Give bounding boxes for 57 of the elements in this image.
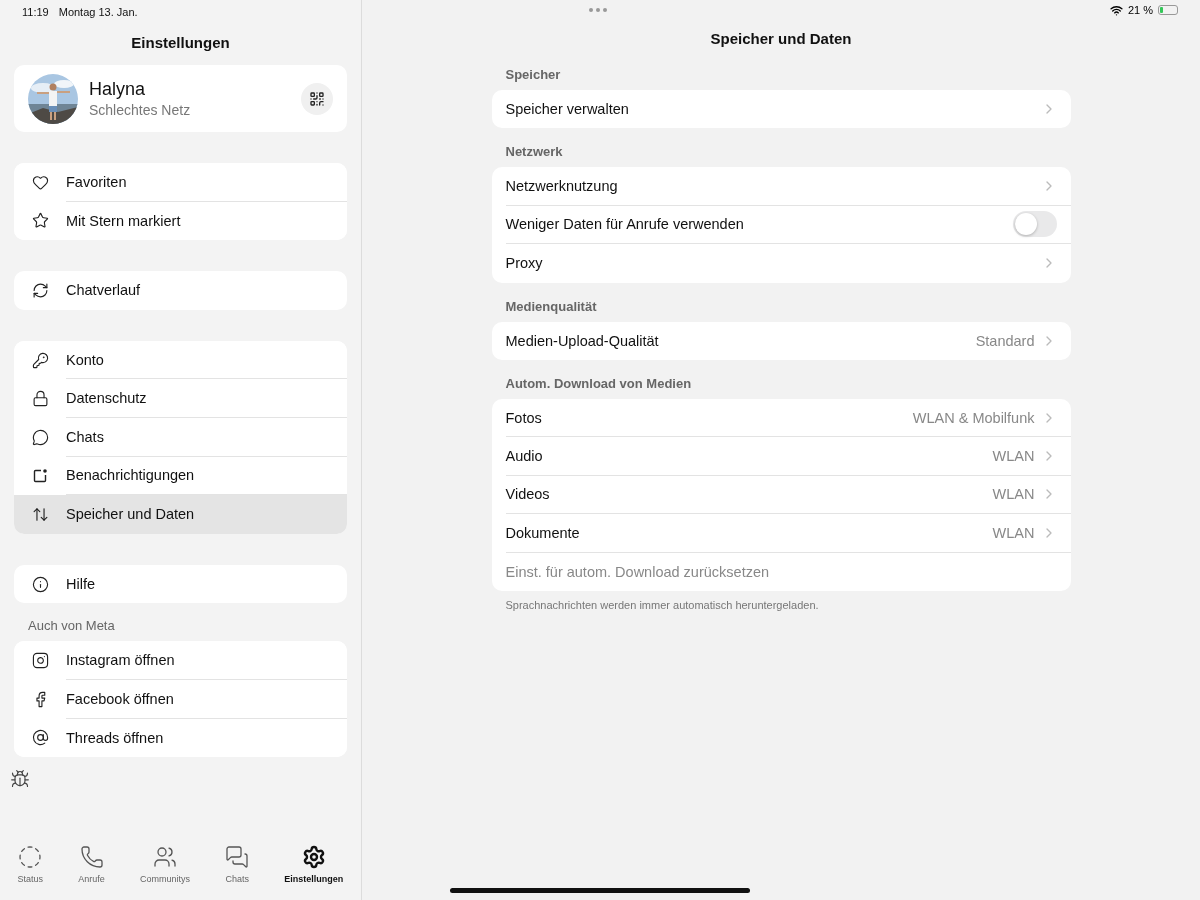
qr-code-icon <box>309 90 325 107</box>
row-value: WLAN <box>992 448 1035 465</box>
section-header: Speicher <box>504 67 562 84</box>
chat-bubble-icon <box>31 428 49 446</box>
toggle-switch[interactable] <box>1012 211 1057 238</box>
profile-status: Schlechtes Netz <box>89 102 192 118</box>
profile-card[interactable]: Halyna Schlechtes Netz <box>14 65 347 132</box>
page-title: Speicher und Daten <box>710 30 852 47</box>
section-footnote: Sprachnachrichten werden immer automatisch heruntergeladen. <box>504 597 820 611</box>
tab-bar-item[interactable]: Chats <box>225 845 250 884</box>
tab-bar-item[interactable]: Einstellungen <box>284 845 344 884</box>
group-header: Auch von Meta <box>28 618 116 634</box>
up-down-arrows-icon <box>31 505 49 523</box>
settings-row[interactable]: Audio WLAN <box>505 437 1071 476</box>
settings-row[interactable]: Netzwerknutzung <box>505 167 1071 206</box>
row-value: Standard <box>975 332 1035 349</box>
settings-row[interactable]: Fotos WLAN & Mobilfunk <box>505 398 1071 438</box>
status-icon <box>18 845 43 869</box>
tab-bar-item[interactable]: Communitys <box>139 845 190 884</box>
profile-name: Halyna <box>89 79 147 100</box>
row-value: WLAN & Mobilfunk <box>912 409 1035 426</box>
people-icon <box>152 845 177 869</box>
date: Montag 13. Jan. <box>58 6 138 18</box>
info-icon <box>31 575 49 593</box>
tab-bar-item[interactable]: Anrufe <box>78 845 105 884</box>
settings-row[interactable]: Speicher verwalten <box>505 90 1071 129</box>
bug-icon[interactable] <box>10 769 30 790</box>
tab-bar-item[interactable]: Status <box>17 845 44 884</box>
wifi-icon <box>1109 3 1123 17</box>
row-value: WLAN <box>992 524 1035 541</box>
lock-icon <box>31 390 49 408</box>
section-header: Netzwerk <box>504 144 564 162</box>
battery-percent: 21 % <box>1127 4 1153 16</box>
qr-code-button[interactable] <box>301 82 333 115</box>
settings-row[interactable]: Videos WLAN <box>505 475 1071 515</box>
clock: 11:19 <box>22 6 49 18</box>
row-value: WLAN <box>992 486 1035 503</box>
settings-row[interactable]: Medien-Upload-Qualität Standard <box>505 321 1071 360</box>
sync-icon <box>31 282 49 299</box>
key-icon <box>31 351 49 369</box>
section-header: Medienqualität <box>504 298 598 316</box>
settings-row[interactable]: Proxy <box>505 244 1071 283</box>
section-header: Autom. Download von Medien <box>504 375 693 393</box>
notification-icon <box>32 467 48 484</box>
sidebar-item[interactable]: Speicher und Daten <box>14 495 347 534</box>
multitask-dots-icon[interactable] <box>589 8 607 12</box>
sidebar-title: Einstellungen <box>130 34 231 51</box>
settings-row[interactable]: Weniger Daten für Anrufe verwenden <box>505 205 1071 245</box>
heart-icon <box>31 173 49 191</box>
chat-bubbles-icon <box>225 845 250 869</box>
phone-icon <box>79 845 104 869</box>
settings-row[interactable]: Dokumente WLAN <box>505 514 1071 553</box>
instagram-icon <box>31 652 49 670</box>
star-icon <box>31 212 49 230</box>
battery-icon <box>1158 5 1178 15</box>
settings-row[interactable]: Einst. für autom. Download zurücksetzen <box>505 552 1071 591</box>
settings-icon <box>301 845 326 869</box>
